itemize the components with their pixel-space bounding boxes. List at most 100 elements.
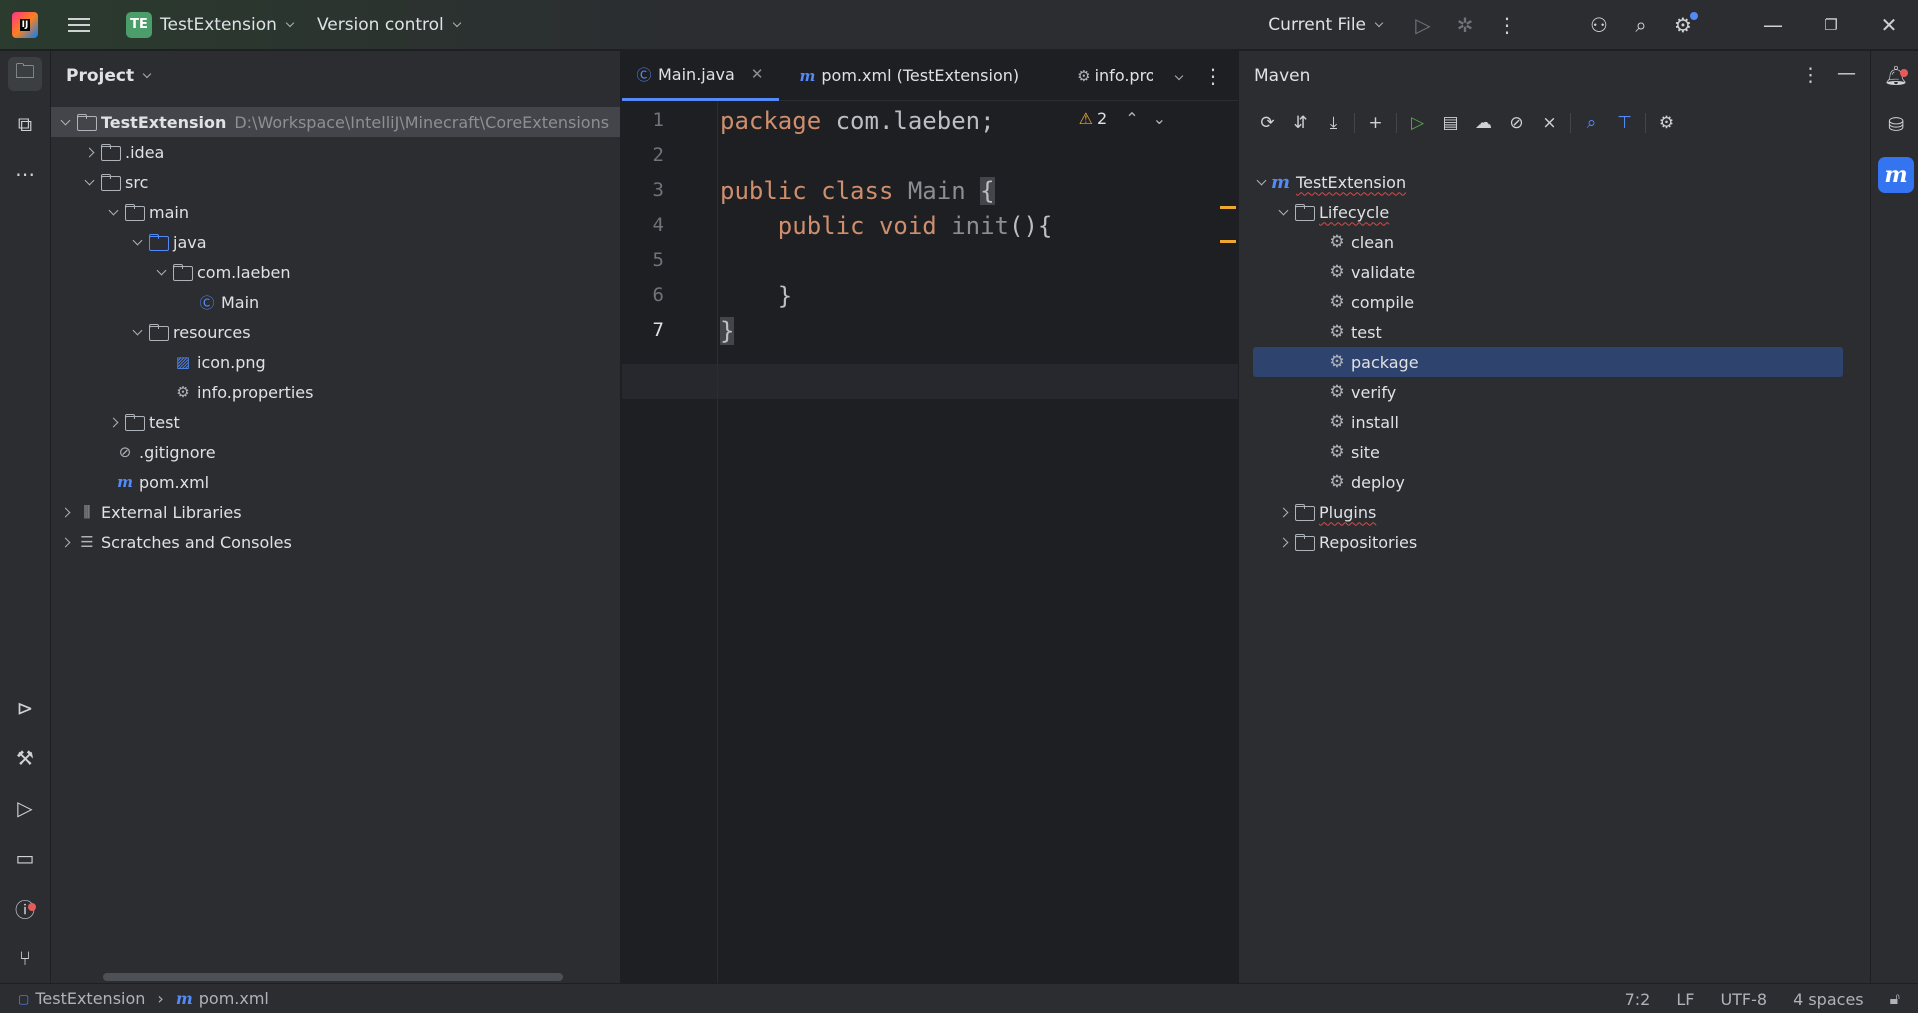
maven-tool-icon[interactable]: m	[1878, 157, 1914, 193]
chevron-right-icon[interactable]	[1273, 502, 1293, 522]
run-tool-icon[interactable]: ▷	[8, 791, 42, 825]
chevron-down-icon[interactable]	[1273, 202, 1293, 222]
maven-goal-compile[interactable]: ⚙ compile	[1239, 287, 1414, 317]
maven-goal-deploy[interactable]: ⚙ deploy	[1239, 467, 1404, 497]
chevron-down-icon[interactable]	[55, 112, 75, 132]
warning-stripe[interactable]	[1220, 206, 1236, 209]
tree-item-main[interactable]: main	[51, 197, 189, 227]
hide-panel-icon[interactable]: —	[1837, 62, 1856, 84]
download-icon[interactable]: ⤓	[1317, 108, 1350, 138]
close-tab-icon[interactable]: ✕	[751, 65, 764, 83]
run-icon[interactable]: ▷	[1402, 0, 1444, 50]
maven-goal-clean[interactable]: ⚙ clean	[1239, 227, 1394, 257]
breadcrumb-project[interactable]: TestExtension	[35, 989, 145, 1008]
chevron-right-icon[interactable]	[55, 532, 75, 552]
problems-icon[interactable]: ⓘ	[8, 891, 42, 925]
horizontal-scrollbar[interactable]	[103, 973, 563, 981]
chevron-right-icon[interactable]	[1273, 532, 1293, 552]
tree-item-main-class[interactable]: Ⓒ Main	[51, 287, 259, 317]
run-config-icon[interactable]: ▤	[1434, 108, 1467, 138]
more-tools-icon[interactable]: ⋯	[8, 157, 42, 191]
tree-item-icon-png[interactable]: ▨ icon.png	[51, 347, 266, 377]
tree-item-pom-xml[interactable]: m pom.xml	[51, 467, 209, 497]
caret-position[interactable]: 7:2	[1625, 990, 1651, 1009]
tree-item-resources[interactable]: resources	[51, 317, 251, 347]
structure-icon[interactable]: ⧉	[8, 107, 42, 141]
chevron-down-icon[interactable]	[127, 232, 147, 252]
debug-icon[interactable]: ✲	[1444, 0, 1486, 50]
run-config-selector[interactable]: Current File	[1268, 0, 1384, 50]
maven-more-icon[interactable]: ⋮	[1801, 64, 1820, 86]
chevron-down-icon[interactable]	[79, 172, 99, 192]
maven-goal-test[interactable]: ⚙ test	[1239, 317, 1381, 347]
offline-mode-icon[interactable]: ☁	[1467, 108, 1500, 138]
notifications-bell-icon[interactable]: 🔔︎	[1878, 57, 1914, 93]
line-separator[interactable]: LF	[1676, 990, 1694, 1009]
more-actions-icon[interactable]: ⋮	[1486, 0, 1528, 50]
tree-root-testextension[interactable]: TestExtension D:\Workspace\IntelliJ\Mine…	[51, 107, 620, 137]
maven-goal-verify[interactable]: ⚙ verify	[1239, 377, 1396, 407]
project-panel-header[interactable]: Project	[51, 51, 620, 101]
database-icon[interactable]: ⛁	[1878, 107, 1914, 143]
main-menu-icon[interactable]	[68, 17, 90, 32]
build-hammer-icon[interactable]: ⚒	[8, 741, 42, 775]
file-encoding[interactable]: UTF-8	[1720, 990, 1767, 1009]
inspection-widget[interactable]: ⚠ 2 ⌃ ⌄	[1079, 109, 1166, 128]
add-user-icon[interactable]: ⚇	[1578, 0, 1620, 50]
read-only-lock-icon[interactable]: 🔓︎	[1890, 989, 1900, 1009]
maven-goal-validate[interactable]: ⚙ validate	[1239, 257, 1415, 287]
chevron-down-icon[interactable]	[103, 202, 123, 222]
tree-item-idea[interactable]: .idea	[51, 137, 164, 167]
reload-icon[interactable]: ⟳	[1251, 108, 1284, 138]
tree-item-com-laeben[interactable]: com.laeben	[51, 257, 291, 287]
services-icon[interactable]: ⊳	[8, 691, 42, 725]
settings-icon[interactable]: ⚙	[1662, 0, 1704, 50]
maven-lifecycle-folder[interactable]: Lifecycle	[1239, 197, 1389, 227]
next-highlight-icon[interactable]: ⌄	[1153, 109, 1166, 128]
restore-icon[interactable]: ❐	[1802, 0, 1860, 50]
maven-goal-site[interactable]: ⚙ site	[1239, 437, 1380, 467]
collapse-all-icon[interactable]: ⨯	[1533, 108, 1566, 138]
tree-item-src[interactable]: src	[51, 167, 148, 197]
skip-tests-icon[interactable]: ⊘	[1500, 108, 1533, 138]
project-switcher[interactable]: TestExtension	[160, 0, 295, 50]
maven-goal-install[interactable]: ⚙ install	[1239, 407, 1399, 437]
maven-root-project[interactable]: m TestExtension	[1239, 167, 1406, 197]
maven-settings-icon[interactable]: ⚙	[1650, 108, 1683, 138]
tree-item-scratches[interactable]: ☰ Scratches and Consoles	[51, 527, 292, 557]
git-branch-icon[interactable]: ⑂	[8, 941, 42, 975]
tab-more-icon[interactable]: ⋮	[1200, 63, 1226, 89]
tab-info-properties[interactable]: ⚙ info.prop	[1035, 51, 1153, 101]
tree-item-info-properties[interactable]: ⚙ info.properties	[51, 377, 313, 407]
generate-sources-icon[interactable]: ⇵	[1284, 108, 1317, 138]
tab-list-chevron-icon[interactable]	[1166, 63, 1192, 89]
add-icon[interactable]: +	[1359, 108, 1392, 138]
terminal-icon[interactable]: ▭	[8, 841, 42, 875]
tree-item-external-libraries[interactable]: ⫼ External Libraries	[51, 497, 242, 527]
project-badge[interactable]: TE	[126, 11, 152, 38]
project-tool-folder-icon[interactable]: 🗀	[8, 57, 42, 91]
maven-repositories-folder[interactable]: Repositories	[1239, 527, 1417, 557]
minimize-icon[interactable]: —	[1744, 0, 1802, 50]
analyze-dependencies-icon[interactable]: ⌕	[1575, 108, 1608, 138]
run-goal-icon[interactable]: ▷	[1401, 108, 1434, 138]
search-icon[interactable]: ⌕	[1620, 0, 1662, 50]
chevron-right-icon[interactable]	[103, 412, 123, 432]
show-dependencies-icon[interactable]: ⊤	[1608, 108, 1641, 138]
chevron-right-icon[interactable]	[79, 142, 99, 162]
chevron-down-icon[interactable]	[1251, 172, 1271, 192]
indent-setting[interactable]: 4 spaces	[1793, 990, 1864, 1009]
tree-item-java[interactable]: java	[51, 227, 207, 257]
maven-goal-package[interactable]: ⚙ package	[1253, 347, 1843, 377]
tab-pom-xml[interactable]: m pom.xml (TestExtension)	[779, 51, 1035, 101]
chevron-right-icon[interactable]	[55, 502, 75, 522]
maven-plugins-folder[interactable]: Plugins	[1239, 497, 1376, 527]
previous-highlight-icon[interactable]: ⌃	[1125, 109, 1138, 128]
tree-item-test[interactable]: test	[51, 407, 180, 437]
tab-main-java[interactable]: Ⓒ Main.java ✕	[622, 51, 780, 101]
chevron-down-icon[interactable]	[127, 322, 147, 342]
close-window-icon[interactable]: ✕	[1860, 0, 1918, 50]
chevron-down-icon[interactable]	[151, 262, 171, 282]
tree-item-gitignore[interactable]: ⊘ .gitignore	[51, 437, 216, 467]
app-logo-icon[interactable]: IJ	[12, 11, 38, 38]
